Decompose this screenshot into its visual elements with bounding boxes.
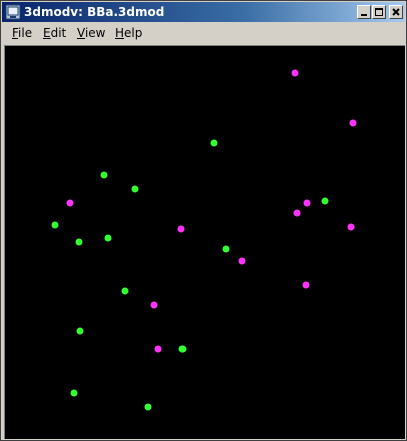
magenta-point [150, 301, 158, 309]
maximize-icon [375, 8, 383, 16]
green-point [70, 389, 78, 397]
close-icon [392, 8, 400, 16]
magenta-point [303, 199, 311, 207]
menu-view-mnemonic: V [77, 26, 85, 40]
green-point [100, 171, 108, 179]
green-point [178, 345, 186, 353]
green-point [104, 234, 112, 242]
green-point [144, 403, 152, 411]
green-point [75, 238, 83, 246]
menu-file[interactable]: File [12, 25, 32, 41]
app-window: 3dmodv: BBa.3dmod File Edit View Help [0, 0, 407, 441]
menu-file-rest: ile [18, 26, 33, 40]
green-point [51, 221, 59, 229]
magenta-point [302, 281, 310, 289]
magenta-point [66, 199, 74, 207]
menu-view-rest: iew [84, 26, 106, 40]
magenta-point [349, 119, 357, 127]
green-point [210, 139, 218, 147]
magenta-point [291, 69, 299, 77]
green-point [76, 327, 84, 335]
menu-bar: File Edit View Help [2, 22, 405, 43]
menu-view[interactable]: View [77, 25, 105, 41]
menu-help-mnemonic: H [115, 26, 125, 40]
menu-help[interactable]: Help [115, 25, 142, 41]
magenta-point [154, 345, 162, 353]
menu-edit-rest: dit [50, 26, 67, 40]
green-point [131, 185, 139, 193]
menu-edit-mnemonic: E [43, 26, 51, 40]
magenta-point [347, 223, 355, 231]
minimize-button[interactable] [357, 5, 371, 19]
3d-model-viewport[interactable] [4, 45, 405, 439]
magenta-point [177, 225, 185, 233]
maximize-button[interactable] [372, 5, 386, 19]
window-title: 3dmodv: BBa.3dmod [24, 5, 165, 19]
green-point [222, 245, 230, 253]
close-button[interactable] [389, 5, 403, 19]
green-point [121, 287, 129, 295]
magenta-point [293, 209, 301, 217]
menu-edit[interactable]: Edit [43, 25, 66, 41]
app-3dmod-icon[interactable] [5, 4, 21, 20]
menu-help-rest: elp [124, 26, 143, 40]
title-bar[interactable]: 3dmodv: BBa.3dmod [2, 2, 405, 22]
magenta-point [238, 257, 246, 265]
minimize-icon [361, 14, 367, 16]
green-point [321, 197, 329, 205]
model-scene[interactable] [5, 46, 406, 440]
